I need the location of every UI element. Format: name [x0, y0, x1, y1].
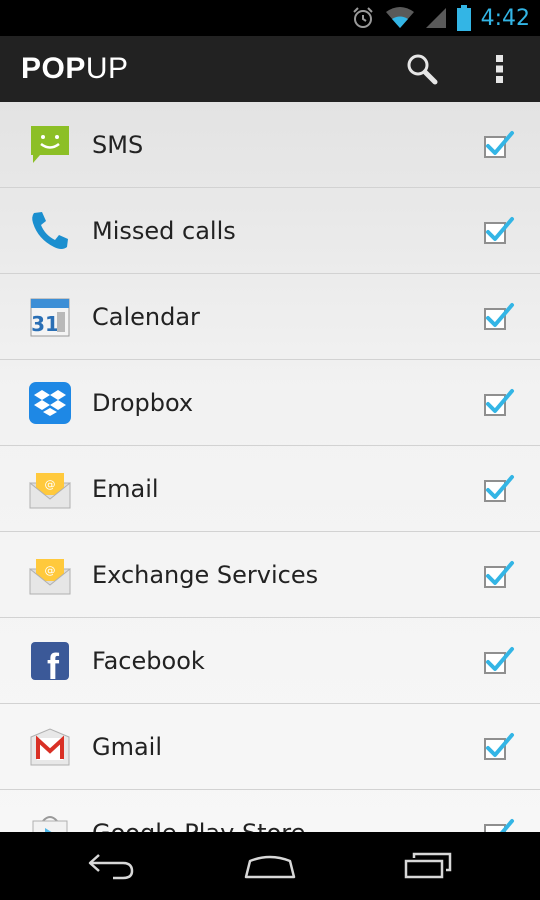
sms-icon	[28, 123, 72, 167]
app-label: Calendar	[92, 303, 200, 331]
status-bar: 4:42	[0, 0, 540, 36]
checkmark-icon	[486, 647, 514, 671]
action-bar: POPUP	[0, 36, 540, 102]
svg-text:@: @	[45, 478, 56, 491]
battery-icon	[456, 5, 471, 31]
app-label: Gmail	[92, 733, 163, 761]
svg-text:@: @	[45, 564, 56, 577]
checkmark-icon	[486, 217, 514, 241]
status-time: 4:42	[480, 5, 530, 31]
app-label: Dropbox	[92, 389, 194, 417]
list-item-gmail[interactable]: Gmail	[0, 704, 540, 790]
google-play-store-checkbox[interactable]	[484, 819, 514, 832]
play-store-icon	[28, 811, 72, 832]
checkmark-icon	[486, 303, 514, 327]
app-label: SMS	[92, 131, 144, 159]
gmail-icon	[28, 725, 72, 769]
back-button[interactable]	[62, 832, 162, 900]
exchange-services-checkbox[interactable]	[484, 561, 514, 590]
svg-text:31: 31	[31, 312, 59, 336]
dropbox-icon	[28, 381, 72, 425]
app-label: Email	[92, 475, 159, 503]
facebook-icon: f	[28, 639, 72, 683]
dropbox-checkbox[interactable]	[484, 389, 514, 418]
search-button[interactable]	[389, 36, 455, 102]
list-item-email[interactable]: @ Email	[0, 446, 540, 532]
list-item-sms[interactable]: SMS	[0, 102, 540, 188]
app-label: Exchange Services	[92, 561, 319, 589]
checkmark-icon	[486, 389, 514, 413]
recent-apps-button[interactable]	[378, 832, 478, 900]
home-button[interactable]	[220, 832, 320, 900]
calendar-checkbox[interactable]	[484, 303, 514, 332]
alarm-icon	[351, 6, 375, 30]
svg-text:f: f	[47, 646, 60, 683]
list-item-exchange-services[interactable]: @ Exchange Services	[0, 532, 540, 618]
home-icon	[244, 855, 296, 879]
email-icon: @	[28, 467, 72, 511]
app-list: SMS Missed calls 31 Calendar Dropbox @ E…	[0, 102, 540, 832]
navigation-bar	[0, 832, 540, 900]
sms-checkbox[interactable]	[484, 131, 514, 160]
checkmark-icon	[486, 131, 514, 155]
missed-calls-checkbox[interactable]	[484, 217, 514, 246]
search-icon	[407, 54, 438, 85]
list-item-missed-calls[interactable]: Missed calls	[0, 188, 540, 274]
overflow-menu-icon	[496, 55, 503, 83]
checkmark-icon	[488, 819, 514, 832]
checkmark-icon	[486, 475, 514, 499]
wifi-icon	[385, 6, 415, 30]
list-item-facebook[interactable]: f Facebook	[0, 618, 540, 704]
recent-apps-icon	[404, 852, 452, 879]
gmail-checkbox[interactable]	[484, 733, 514, 762]
signal-icon	[425, 6, 447, 30]
calendar-icon: 31	[28, 295, 72, 339]
phone-icon	[28, 209, 72, 253]
list-item-google-play-store[interactable]: Google Play Store	[0, 790, 540, 832]
email-checkbox[interactable]	[484, 475, 514, 504]
app-title-light: UP	[85, 52, 129, 85]
overflow-menu-button[interactable]	[467, 36, 533, 102]
app-label: Missed calls	[92, 217, 236, 245]
list-item-calendar[interactable]: 31 Calendar	[0, 274, 540, 360]
app-label: Google Play Store	[92, 790, 305, 832]
list-item-dropbox[interactable]: Dropbox	[0, 360, 540, 446]
back-icon	[88, 854, 134, 880]
app-title-bold: POP	[21, 52, 86, 85]
exchange-email-icon: @	[28, 553, 72, 597]
facebook-checkbox[interactable]	[484, 647, 514, 676]
app-label: Facebook	[92, 647, 205, 675]
checkmark-icon	[486, 733, 514, 757]
checkmark-icon	[486, 561, 514, 585]
app-title: POPUP	[21, 52, 129, 86]
